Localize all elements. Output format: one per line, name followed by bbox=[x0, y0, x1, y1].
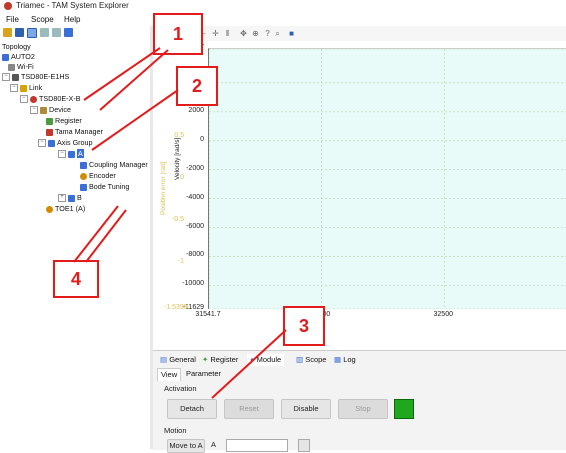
app-icon bbox=[4, 2, 12, 10]
detach-button[interactable]: Detach bbox=[167, 399, 217, 419]
tree-item-register[interactable]: Register bbox=[46, 116, 82, 125]
save-icon[interactable] bbox=[15, 28, 24, 37]
subtab-parameter[interactable]: Parameter bbox=[183, 368, 224, 380]
collapse-icon[interactable]: − bbox=[10, 84, 18, 93]
topology-tree: Topology AUTO2 Wi-Fi − TSD80E-E1HS − Link … bbox=[0, 40, 150, 449]
tree-item-tsd80e-x-b[interactable]: − TSD80E-X-B bbox=[20, 94, 81, 104]
tree-item-axis-b[interactable]: + B bbox=[58, 193, 82, 203]
subtab-view[interactable]: View bbox=[157, 368, 182, 381]
y-tick-label: -10000 bbox=[182, 280, 204, 288]
menu-help[interactable]: Help bbox=[64, 15, 80, 24]
link-icon bbox=[20, 84, 27, 92]
plot-grid bbox=[209, 49, 566, 309]
callout-1: 1 bbox=[153, 13, 203, 55]
tree-item-wifi[interactable]: Wi-Fi bbox=[8, 62, 34, 71]
motion-label: Motion bbox=[164, 426, 187, 435]
tab-register[interactable]: ✦ Register bbox=[199, 354, 241, 366]
activation-label: Activation bbox=[164, 384, 197, 393]
toe-icon bbox=[46, 205, 53, 213]
y2-tick-label: -1 bbox=[177, 258, 184, 266]
move-button-small[interactable] bbox=[298, 439, 310, 452]
axis-group-icon bbox=[48, 139, 55, 147]
menu-scope[interactable]: Scope bbox=[31, 15, 54, 24]
x-tick-label: 31541.7 bbox=[195, 311, 221, 318]
window-title: Triamec - TAM System Explorer bbox=[16, 1, 129, 10]
move-button[interactable]: Move to A bbox=[167, 439, 205, 453]
columns-icon[interactable]: ⦀ bbox=[223, 29, 232, 38]
tree-item-auto2[interactable]: AUTO2 bbox=[2, 52, 35, 61]
callout-4: 4 bbox=[53, 260, 99, 298]
callout-3: 3 bbox=[283, 306, 325, 346]
tree-item-device[interactable]: − Device bbox=[30, 105, 71, 115]
encoder-icon bbox=[80, 172, 87, 180]
axis-icon[interactable] bbox=[64, 28, 73, 37]
tab-scope[interactable]: ▥ Scope bbox=[293, 354, 329, 366]
refresh-icon[interactable] bbox=[40, 28, 49, 37]
expand-icon[interactable]: + bbox=[58, 194, 66, 203]
device-icon bbox=[40, 106, 47, 114]
coupling-icon bbox=[80, 161, 87, 169]
y2-tick-label: -0.5 bbox=[171, 216, 184, 224]
collapse-icon[interactable]: − bbox=[20, 95, 28, 104]
tab-module[interactable]: ● Module bbox=[247, 354, 285, 366]
tree-item-toe1[interactable]: TOE1 (A) bbox=[46, 204, 85, 213]
tree-item-axis-a[interactable]: − A bbox=[58, 149, 84, 159]
settings-icon[interactable] bbox=[52, 28, 61, 37]
tama-icon bbox=[46, 128, 53, 136]
plot-area[interactable] bbox=[208, 48, 566, 309]
menu-file[interactable]: File bbox=[6, 15, 19, 24]
help-icon[interactable]: ? bbox=[263, 29, 272, 38]
y2-tick-label: 0 bbox=[180, 174, 184, 181]
y2-tick-label: 0.5 bbox=[174, 131, 184, 139]
tree-item-bode-tuning[interactable]: Bode Tuning bbox=[80, 182, 129, 191]
tree-item-tsd80e-e1hs[interactable]: − TSD80E-E1HS bbox=[2, 72, 69, 82]
tree-item-encoder[interactable]: Encoder bbox=[80, 171, 116, 180]
save-icon[interactable]: ■ bbox=[287, 29, 296, 38]
collapse-icon[interactable]: − bbox=[30, 106, 38, 115]
tab-log[interactable]: ▦ Log bbox=[331, 354, 359, 366]
y-tick-label: -4000 bbox=[186, 193, 204, 201]
move-unit-label: A bbox=[211, 440, 217, 449]
wifi-icon bbox=[8, 63, 15, 71]
scope-toolbar: ▶ ‖ ↻ — ✛ ⦀ ✥ ⊕ ? ⌕ ■ bbox=[153, 26, 566, 42]
y-tick-label: -6000 bbox=[186, 222, 204, 230]
move-target-input[interactable] bbox=[226, 439, 288, 452]
pan-icon[interactable]: ✥ bbox=[239, 29, 248, 38]
collapse-icon[interactable]: − bbox=[58, 150, 66, 159]
explorer-toolbar bbox=[0, 26, 150, 40]
tree-header: Topology bbox=[2, 42, 31, 51]
computer-icon bbox=[2, 53, 9, 61]
axis-icon bbox=[68, 194, 75, 202]
status-indicator bbox=[394, 399, 414, 419]
tree-item-axis-group[interactable]: − Axis Group bbox=[38, 138, 93, 148]
zoom-in-icon[interactable]: ⊕ bbox=[251, 29, 260, 38]
open-folder-icon[interactable] bbox=[3, 28, 12, 37]
bode-icon bbox=[80, 183, 87, 191]
network-icon bbox=[12, 73, 19, 81]
x-tick-label: 32500 bbox=[433, 311, 453, 318]
connect-icon[interactable] bbox=[27, 28, 37, 38]
y2-axis-label: Position error [rad] bbox=[160, 161, 167, 215]
tree-item-link[interactable]: − Link bbox=[10, 83, 42, 93]
drive-icon bbox=[30, 95, 37, 103]
cursor-icon[interactable]: ✛ bbox=[211, 29, 220, 38]
tree-item-tama-manager[interactable]: Tama Manager bbox=[46, 127, 103, 136]
tree-item-coupling-manager[interactable]: Coupling Manager bbox=[80, 160, 148, 169]
zoom-icon[interactable]: ⌕ bbox=[273, 29, 282, 38]
menu-bar: File Scope Help bbox=[0, 13, 566, 26]
y-tick-label: -2000 bbox=[186, 164, 204, 172]
register-icon bbox=[46, 117, 53, 125]
stop-button[interactable]: Stop bbox=[338, 399, 388, 419]
collapse-icon[interactable]: − bbox=[2, 73, 10, 82]
y2-tick-label: -1.5399 bbox=[164, 304, 188, 311]
disable-button[interactable]: Disable bbox=[281, 399, 331, 419]
title-bar: Triamec - TAM System Explorer bbox=[0, 0, 566, 13]
axis-icon bbox=[68, 150, 75, 158]
tab-general[interactable]: ▤ General bbox=[157, 354, 199, 366]
reset-button[interactable]: Reset bbox=[224, 399, 274, 419]
y-tick-label: 2000 bbox=[188, 106, 204, 114]
collapse-icon[interactable]: − bbox=[38, 139, 46, 148]
callout-2: 2 bbox=[176, 66, 218, 106]
bottom-panel: ▤ General ✦ Register ● Module ▥ Scope ▦ … bbox=[153, 350, 566, 453]
